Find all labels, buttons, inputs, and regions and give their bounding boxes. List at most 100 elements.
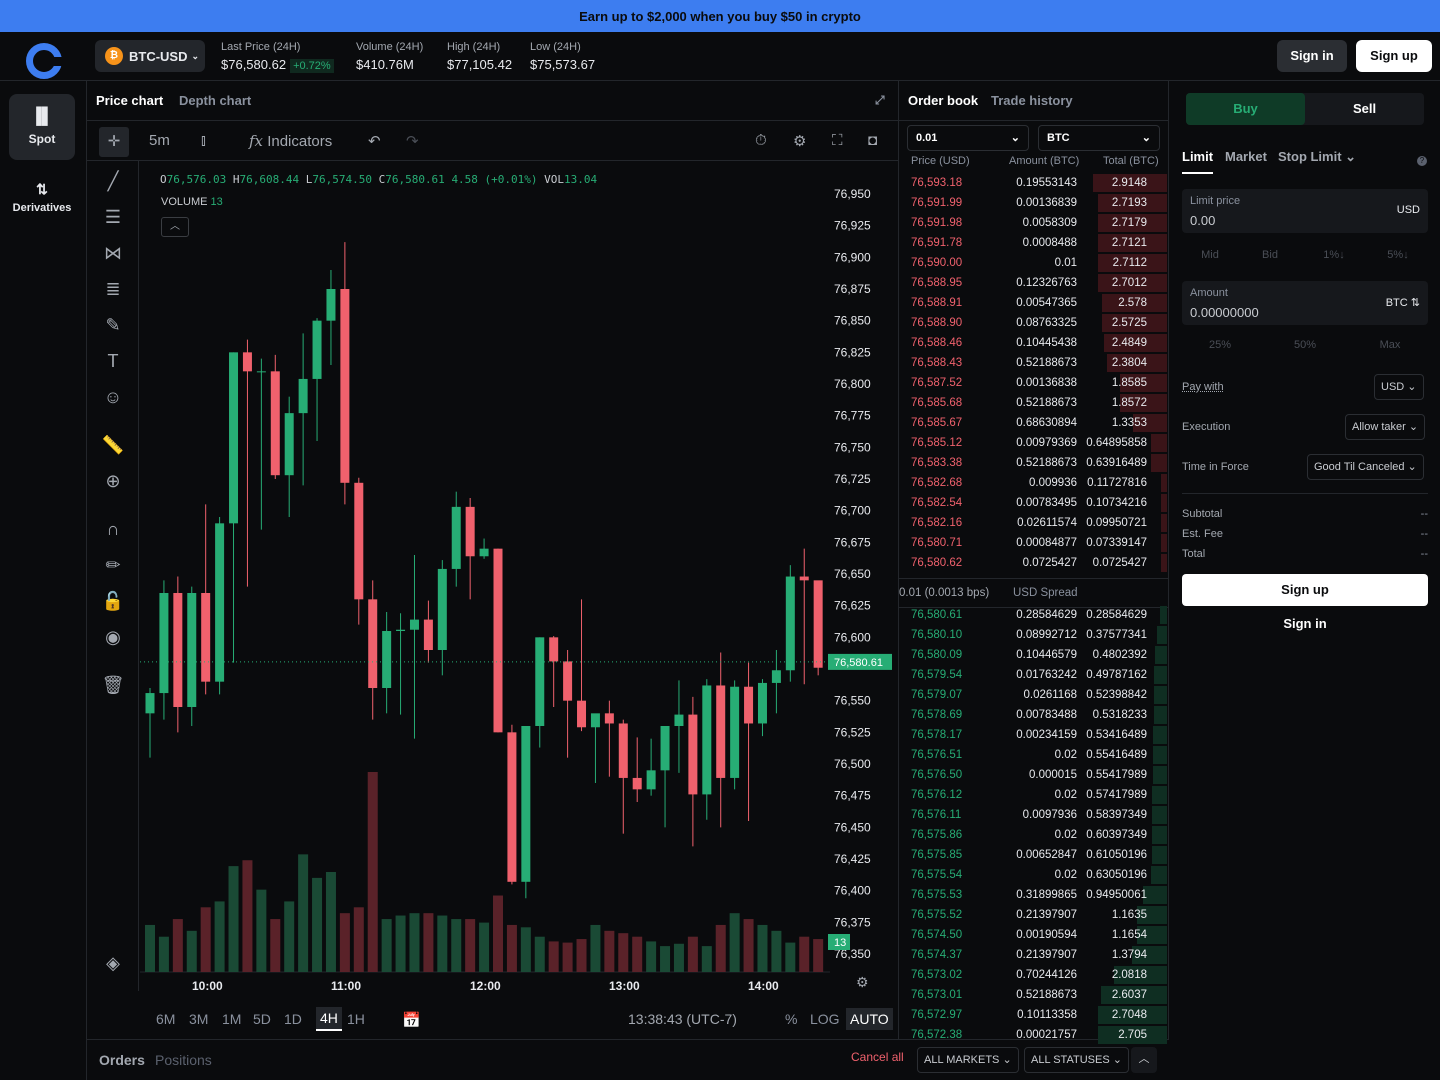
lock-drawing-icon[interactable]: ✏: [101, 553, 125, 577]
timeframe-1h[interactable]: 1H: [347, 1011, 365, 1027]
coinbase-logo-icon[interactable]: [26, 43, 63, 79]
unlock-icon[interactable]: 🔓: [101, 589, 125, 613]
nav-derivatives[interactable]: ⇅ Derivatives: [0, 181, 84, 214]
zoom-in-icon[interactable]: ⊕: [101, 469, 125, 493]
amount-input[interactable]: Amount 0.00000000 BTC ⇅: [1182, 281, 1428, 325]
tab-stop-limit[interactable]: Stop Limit ⌄: [1278, 149, 1356, 165]
bid-row[interactable]: 76,572.97 0.10113358 2.7048: [899, 1005, 1169, 1025]
expand-orders-icon[interactable]: ︿: [1131, 1047, 1157, 1073]
bid-row[interactable]: 76,576.12 0.02 0.57417989: [899, 785, 1169, 805]
bid-row[interactable]: 76,576.51 0.02 0.55416489: [899, 745, 1169, 765]
pair-selector[interactable]: ₿ BTC-USD ⌄: [95, 40, 205, 72]
bid-row[interactable]: 76,576.50 0.000015 0.55417989: [899, 765, 1169, 785]
timeframe-4h[interactable]: 4H: [316, 1007, 342, 1031]
chip-max[interactable]: Max: [1360, 331, 1420, 359]
timeframe-5d[interactable]: 5D: [253, 1011, 271, 1027]
percent-scale-button[interactable]: %: [785, 1011, 797, 1027]
bid-row[interactable]: 76,578.17 0.00234159 0.53416489: [899, 725, 1169, 745]
ask-row[interactable]: 76,582.54 0.00783495 0.10734216: [899, 493, 1169, 513]
bid-row[interactable]: 76,574.37 0.21397907 1.3794: [899, 945, 1169, 965]
magnet-icon[interactable]: ∩: [101, 517, 125, 541]
horizontal-lines-icon[interactable]: ☰: [101, 205, 125, 229]
redo-icon[interactable]: ↷: [406, 132, 419, 150]
bid-row[interactable]: 76,573.01 0.52188673 2.6037: [899, 985, 1169, 1005]
ask-row[interactable]: 76,582.68 0.009936 0.11727816: [899, 473, 1169, 493]
tab-market[interactable]: Market: [1225, 149, 1267, 164]
ask-row[interactable]: 76,585.68 0.52188673 1.8572: [899, 393, 1169, 413]
fib-icon[interactable]: ≣: [101, 277, 125, 301]
trade-sign-up-button[interactable]: Sign up: [1182, 574, 1428, 606]
candlestick-chart[interactable]: 76,950 76,925 76,900 76,875 76,850 76,825 76,8…: [140, 161, 898, 993]
auto-scale-button[interactable]: AUTO: [846, 1008, 893, 1030]
tab-depth-chart[interactable]: Depth chart: [179, 93, 251, 108]
axis-settings-icon[interactable]: ⚙: [856, 974, 869, 990]
ask-row[interactable]: 76,590.00 0.01 2.7112: [899, 253, 1169, 273]
bid-row[interactable]: 76,575.85 0.00652847 0.61050196: [899, 845, 1169, 865]
unit-dropdown[interactable]: BTC ⌄: [1038, 125, 1160, 151]
ask-row[interactable]: 76,580.71 0.00084877 0.07339147: [899, 533, 1169, 553]
alert-clock-icon[interactable]: ⏱: [755, 132, 767, 149]
ask-row[interactable]: 76,588.46 0.10445438 2.4849: [899, 333, 1169, 353]
chip-50pct[interactable]: 50%: [1275, 331, 1335, 359]
trade-sign-in-link[interactable]: Sign in: [1182, 616, 1428, 631]
tab-trade-history[interactable]: Trade history: [991, 93, 1073, 108]
visibility-eye-icon[interactable]: ◉: [101, 625, 125, 649]
indicators-button[interactable]: fx Indicators: [249, 132, 332, 150]
bid-row[interactable]: 76,573.02 0.70244126 2.0818: [899, 965, 1169, 985]
fullscreen-icon[interactable]: ⛶: [832, 132, 843, 149]
sell-tab[interactable]: Sell: [1305, 93, 1424, 125]
ask-row[interactable]: 76,582.16 0.02611574 0.09950721: [899, 513, 1169, 533]
chip-mid[interactable]: Mid: [1182, 241, 1238, 269]
settings-gear-icon[interactable]: ⚙: [793, 132, 806, 150]
header-sign-up-button[interactable]: Sign up: [1356, 40, 1432, 72]
ask-row[interactable]: 76,591.98 0.0058309 2.7179: [899, 213, 1169, 233]
bid-row[interactable]: 76,574.50 0.00190594 1.1654: [899, 925, 1169, 945]
pay-with-dropdown[interactable]: USD ⌄: [1374, 374, 1424, 400]
timeframe-1d[interactable]: 1D: [284, 1011, 302, 1027]
tab-order-book[interactable]: Order book: [908, 93, 978, 108]
execution-dropdown[interactable]: Allow taker ⌄: [1345, 414, 1426, 440]
trash-icon[interactable]: 🗑: [101, 673, 125, 697]
timeframe-3m[interactable]: 3M: [189, 1011, 208, 1027]
bid-row[interactable]: 76,572.38 0.00021757 2.705: [899, 1025, 1169, 1045]
ask-row[interactable]: 76,583.38 0.52188673 0.63916489: [899, 453, 1169, 473]
text-tool-icon[interactable]: T: [101, 349, 125, 373]
ask-row[interactable]: 76,585.67 0.68630894 1.3353: [899, 413, 1169, 433]
bid-row[interactable]: 76,575.52 0.21397907 1.1635: [899, 905, 1169, 925]
date-range-icon[interactable]: 📅: [402, 1011, 421, 1029]
ask-row[interactable]: 76,588.90 0.08763325 2.5725: [899, 313, 1169, 333]
ask-row[interactable]: 76,585.12 0.00979369 0.64895858: [899, 433, 1169, 453]
log-scale-button[interactable]: LOG: [810, 1011, 840, 1027]
pattern-icon[interactable]: ⋈: [101, 241, 125, 265]
collapse-legend-button[interactable]: ︿: [161, 217, 189, 237]
buy-tab[interactable]: Buy: [1186, 93, 1305, 125]
header-sign-in-button[interactable]: Sign in: [1277, 40, 1347, 72]
ask-row[interactable]: 76,588.43 0.52188673 2.3804: [899, 353, 1169, 373]
info-icon[interactable]: ?: [1417, 156, 1427, 166]
aggregation-dropdown[interactable]: 0.01 ⌄: [907, 125, 1029, 151]
chip-5pct[interactable]: 5%↓: [1370, 241, 1426, 269]
bid-row[interactable]: 76,576.11 0.0097936 0.58397349: [899, 805, 1169, 825]
candle-type-icon[interactable]: ⫾: [201, 132, 206, 149]
bid-row[interactable]: 76,580.10 0.08992712 0.37577341: [899, 625, 1169, 645]
ask-row[interactable]: 76,593.18 0.19553143 2.9148: [899, 173, 1169, 193]
ask-row[interactable]: 76,591.78 0.0008488 2.7121: [899, 233, 1169, 253]
bid-row[interactable]: 76,575.86 0.02 0.60397349: [899, 825, 1169, 845]
ask-row[interactable]: 76,588.91 0.00547365 2.578: [899, 293, 1169, 313]
ruler-icon[interactable]: 📏: [101, 433, 125, 457]
trend-line-icon[interactable]: ╱: [101, 169, 125, 193]
timeframe-1m[interactable]: 1M: [222, 1011, 241, 1027]
undo-icon[interactable]: ↶: [368, 132, 381, 150]
bid-row[interactable]: 76,579.07 0.0261168 0.52398842: [899, 685, 1169, 705]
chip-25pct[interactable]: 25%: [1190, 331, 1250, 359]
camera-icon[interactable]: ◘: [868, 132, 877, 149]
ask-row[interactable]: 76,588.95 0.12326763 2.7012: [899, 273, 1169, 293]
all-statuses-dropdown[interactable]: ALL STATUSES ⌄: [1024, 1047, 1129, 1073]
cancel-all-button[interactable]: Cancel all: [851, 1050, 904, 1064]
bid-row[interactable]: 76,580.09 0.10446579 0.4802392: [899, 645, 1169, 665]
bid-row[interactable]: 76,575.53 0.31899865 0.94950061: [899, 885, 1169, 905]
tif-dropdown[interactable]: Good Til Canceled ⌄: [1307, 454, 1424, 480]
positions-tab[interactable]: Positions: [155, 1052, 212, 1068]
crosshair-icon[interactable]: ✛: [99, 127, 129, 157]
limit-price-input[interactable]: Limit price 0.00 USD: [1182, 189, 1428, 233]
